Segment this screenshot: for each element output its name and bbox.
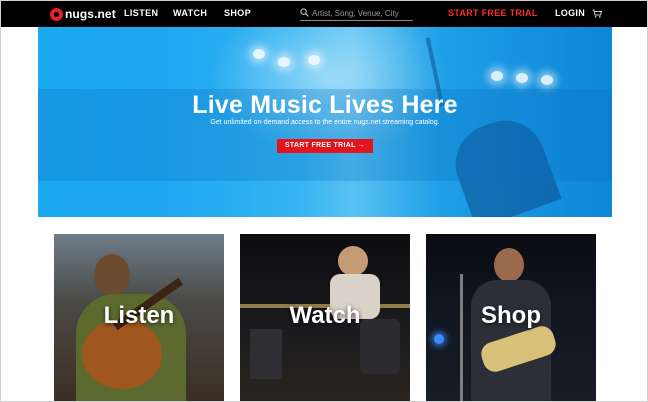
nav-login[interactable]: LOGIN (555, 8, 585, 18)
performer-head (494, 248, 524, 282)
hero-banner: Live Music Lives Here Get unlimited on-d… (38, 27, 612, 217)
stage-light (278, 57, 290, 67)
card-watch-label: Watch (289, 302, 361, 329)
jumping-performer-head (338, 246, 368, 276)
card-watch[interactable]: Watch (240, 234, 410, 401)
stage-light (308, 55, 320, 65)
top-nav: nugs.net LISTEN WATCH SHOP START FREE TR… (1, 1, 647, 27)
search-bar[interactable] (300, 7, 413, 21)
hero-start-free-trial-button[interactable]: START FREE TRIAL → (277, 139, 373, 153)
nav-watch[interactable]: WATCH (173, 8, 207, 18)
card-shop[interactable]: Shop (426, 234, 596, 401)
hero-subtitle: Get unlimited on-demand access to the en… (210, 119, 440, 126)
stage-light (541, 75, 553, 85)
card-listen[interactable]: Listen (54, 234, 224, 401)
stage-light (516, 73, 528, 83)
logo-text: nugs.net (65, 7, 116, 21)
mic-stand (460, 274, 463, 401)
search-icon[interactable] (300, 8, 309, 17)
nav-start-free-trial[interactable]: START FREE TRIAL (448, 8, 538, 18)
stage-light (434, 334, 444, 344)
search-input[interactable] (312, 7, 412, 19)
stage-light (253, 49, 265, 59)
card-shop-label: Shop (481, 302, 541, 329)
logo-mark-icon (50, 7, 63, 21)
nav-shop[interactable]: SHOP (224, 8, 251, 18)
cart-icon[interactable] (592, 9, 602, 18)
nugs-logo[interactable]: nugs.net (50, 6, 116, 22)
stage-light (491, 71, 503, 81)
performer-head (94, 254, 130, 296)
page-frame: nugs.net LISTEN WATCH SHOP START FREE TR… (0, 0, 648, 402)
hero-title: Live Music Lives Here (192, 91, 458, 119)
amp-stack (250, 329, 282, 379)
card-listen-label: Listen (103, 302, 175, 329)
nav-listen[interactable]: LISTEN (124, 8, 158, 18)
